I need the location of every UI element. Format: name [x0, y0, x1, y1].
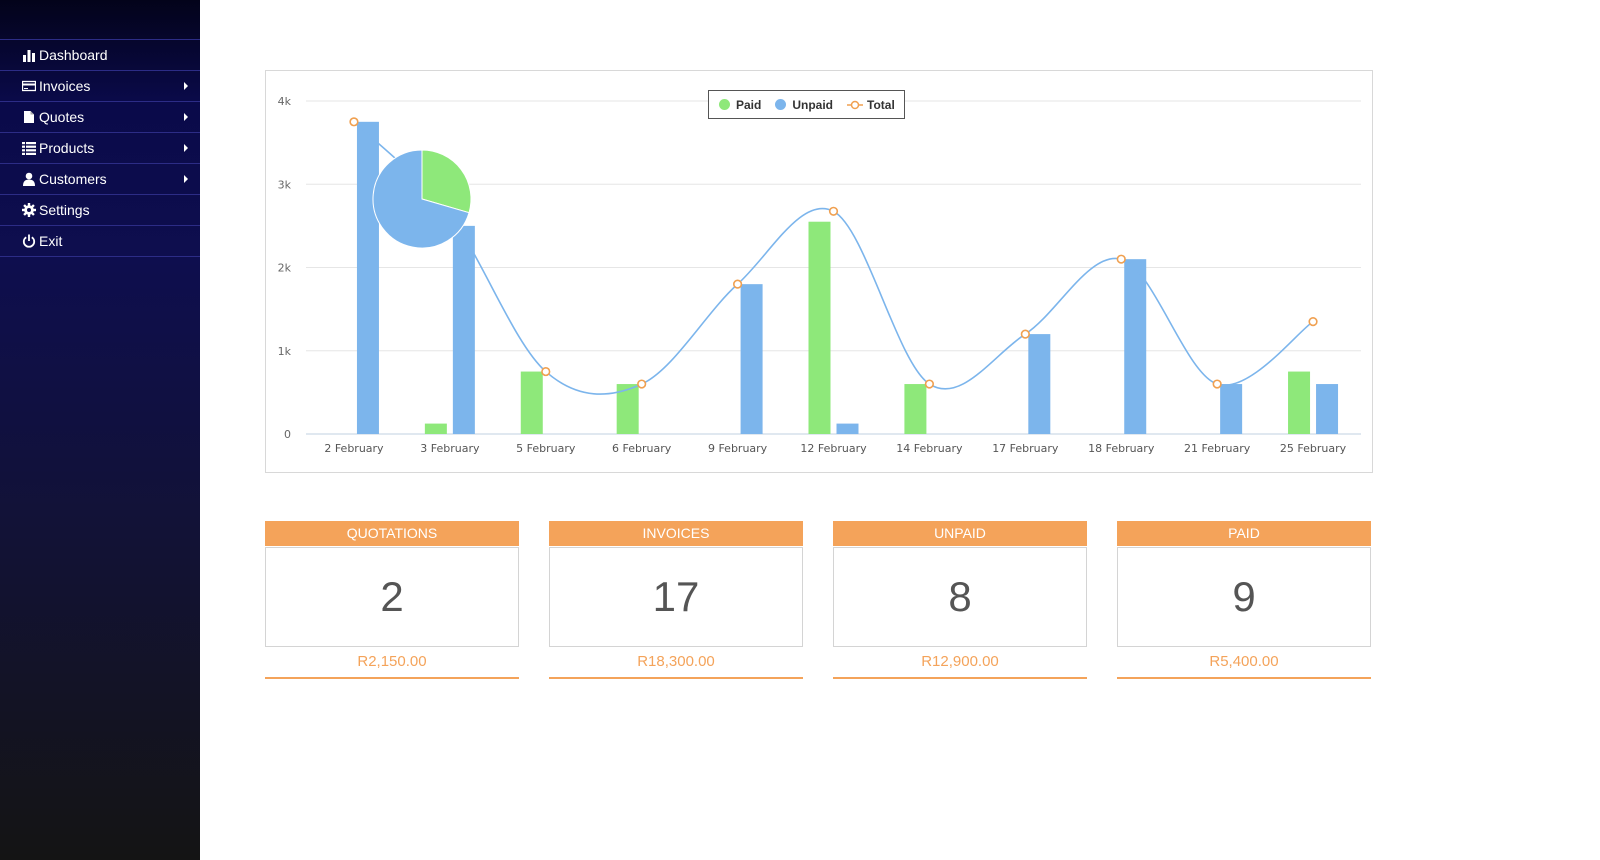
legend-label: Total — [867, 97, 895, 112]
bar-paid — [904, 384, 927, 434]
sidebar-item-settings[interactable]: Settings — [0, 194, 200, 225]
sidebar: Dashboard Invoices Quotes Products Custo… — [0, 0, 200, 860]
file-icon — [22, 110, 36, 124]
stat-card-invoices[interactable]: INVOICES 17 R18,300.00 — [549, 521, 803, 679]
x-tick-label: 25 February — [1280, 442, 1347, 455]
unpaid-marker-icon — [775, 99, 787, 110]
user-icon — [22, 172, 36, 186]
sidebar-item-label: Invoices — [39, 78, 91, 94]
bar-unpaid — [452, 225, 475, 434]
paid-marker-icon — [719, 99, 730, 110]
gear-icon — [22, 203, 36, 217]
sidebar-item-dashboard[interactable]: Dashboard — [0, 39, 200, 70]
y-tick-label: 1k — [278, 345, 292, 358]
stat-title: UNPAID — [833, 521, 1087, 546]
total-point — [924, 379, 935, 389]
total-point — [349, 117, 359, 127]
bar-unpaid — [1220, 384, 1243, 434]
caret-right-icon — [184, 82, 188, 90]
total-point — [1308, 317, 1318, 327]
power-icon — [22, 234, 36, 248]
stat-amount: R18,300.00 — [549, 647, 803, 679]
bar-paid — [808, 221, 831, 434]
credit-card-icon — [22, 79, 36, 93]
sidebar-item-label: Products — [39, 140, 95, 156]
x-tick-label: 21 February — [1184, 442, 1251, 455]
legend-label: Paid — [736, 97, 762, 112]
y-tick-label: 3k — [278, 178, 292, 191]
sidebar-item-label: Dashboard — [39, 47, 108, 63]
stat-count: 9 — [1117, 547, 1371, 647]
sidebar-menu: Dashboard Invoices Quotes Products Custo… — [0, 39, 200, 257]
sidebar-item-label: Quotes — [39, 109, 85, 125]
stat-card-unpaid[interactable]: UNPAID 8 R12,900.00 — [833, 521, 1087, 679]
total-line-marker-icon — [847, 100, 864, 109]
legend-label: Unpaid — [792, 97, 834, 112]
dashboard-chart: 0 1k 2k 3k 4k 2 February 3 February 5 February 6… — [265, 70, 1373, 473]
y-tick-label: 2k — [278, 262, 292, 275]
legend-item-total[interactable]: Total — [847, 98, 895, 112]
caret-right-icon — [184, 113, 188, 121]
stat-title: QUOTATIONS — [265, 521, 519, 546]
bar-chart-icon — [22, 48, 36, 62]
stat-card-quotations[interactable]: QUOTATIONS 2 R2,150.00 — [265, 521, 519, 679]
x-tick-label: 17 February — [992, 442, 1059, 455]
sidebar-item-exit[interactable]: Exit — [0, 225, 200, 257]
y-tick-label: 0 — [284, 428, 291, 441]
stat-amount: R5,400.00 — [1117, 647, 1371, 679]
x-tick-label: 5 February — [516, 442, 576, 455]
x-tick-label: 3 February — [420, 442, 480, 455]
caret-right-icon — [184, 144, 188, 152]
total-point — [1116, 254, 1126, 264]
sidebar-item-customers[interactable]: Customers — [0, 163, 200, 194]
total-point — [828, 206, 839, 216]
stat-title: INVOICES — [549, 521, 803, 546]
x-tick-label: 6 February — [612, 442, 672, 455]
stat-count: 17 — [549, 547, 803, 647]
sidebar-item-label: Customers — [39, 171, 107, 187]
total-point — [637, 379, 647, 389]
y-tick-label: 4k — [278, 95, 292, 108]
bar-unpaid — [1316, 384, 1339, 434]
legend-item-paid[interactable]: Paid — [719, 98, 761, 112]
total-point — [1020, 329, 1030, 339]
bar-unpaid — [1028, 334, 1051, 434]
stat-card-paid[interactable]: PAID 9 R5,400.00 — [1117, 521, 1371, 679]
x-tick-label: 2 February — [324, 442, 384, 455]
bar-unpaid — [836, 423, 859, 434]
list-icon — [22, 141, 36, 155]
x-tick-label: 12 February — [800, 442, 867, 455]
chart-legend: Paid Unpaid Total — [708, 90, 905, 119]
stat-count: 8 — [833, 547, 1087, 647]
sidebar-item-quotes[interactable]: Quotes — [0, 101, 200, 132]
x-tick-label: 18 February — [1088, 442, 1155, 455]
stat-count: 2 — [265, 547, 519, 647]
caret-right-icon — [184, 175, 188, 183]
bar-unpaid — [740, 284, 763, 434]
sidebar-item-invoices[interactable]: Invoices — [0, 70, 200, 101]
legend-item-unpaid[interactable]: Unpaid — [775, 98, 833, 112]
bar-paid — [520, 371, 543, 434]
bar-paid — [424, 423, 447, 434]
total-point — [732, 279, 743, 289]
bar-paid — [1288, 371, 1311, 434]
sidebar-item-label: Settings — [39, 202, 90, 218]
stat-title: PAID — [1117, 521, 1371, 546]
sidebar-item-products[interactable]: Products — [0, 132, 200, 163]
total-point — [1212, 379, 1222, 389]
stat-amount: R2,150.00 — [265, 647, 519, 679]
sidebar-item-label: Exit — [39, 233, 63, 249]
x-tick-label: 9 February — [708, 442, 768, 455]
total-point — [541, 366, 551, 377]
bar-unpaid — [1124, 259, 1147, 434]
x-tick-label: 14 February — [896, 442, 963, 455]
bar-unpaid — [356, 121, 379, 434]
invoice-chart: 0 1k 2k 3k 4k 2 February 3 February 5 February 6… — [278, 95, 1361, 455]
stat-amount: R12,900.00 — [833, 647, 1087, 679]
total-line — [353, 121, 1314, 395]
